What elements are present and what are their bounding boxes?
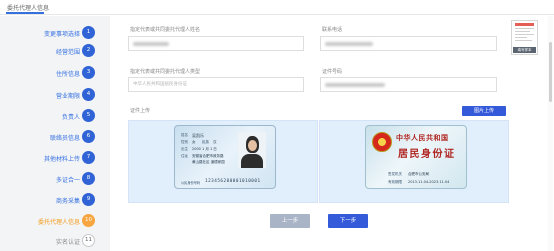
card-name: 吴凯乐 [192,133,204,138]
card-validity: 2013.11.04-2023.11.04 [408,180,450,184]
step-number: 4 [82,88,95,101]
sample-thumbnail[interactable]: 填写样本 [511,20,538,55]
sample-form-icon [515,23,534,41]
birth-field-label: 出生 [181,147,188,151]
validity-label: 有效期限 [388,180,402,184]
phone-input[interactable] [320,36,497,51]
phone-value-redacted [325,42,373,46]
step-number: 2 [82,44,95,57]
photo-face [248,140,257,151]
step-label: 多证合一 [55,177,80,184]
title-underline [6,12,44,14]
step-liaison[interactable]: 联络员信息 6 [0,130,110,146]
card-country-title: 中华人民共和国 [396,133,449,142]
cert-no-value-redacted [325,83,385,87]
sample-label: 填写样本 [513,47,536,53]
phone-label: 联系电话 [322,27,343,33]
name-label: 指定代表或共同委托代理人姓名 [130,27,201,33]
prev-step-button[interactable]: 上一步 [270,214,310,228]
step-multi-cert[interactable]: 多证合一 8 [0,172,110,188]
app-window: 委托代理人信息 变更事项选择 1 经营范围 2 住所信息 3 营业期限 4 负责… [0,0,554,251]
card-birth: 2000 1 月 1 日 [192,147,217,151]
step-number: 7 [82,151,95,164]
step-sidebar: 变更事项选择 1 经营范围 2 住所信息 3 营业期限 4 负责人 5 联络员信… [0,16,110,251]
card-authority: 合肥市公安局 [408,172,429,176]
gender-field-label: 性别 [181,140,188,144]
name-value-redacted [133,42,169,46]
id-back-panel[interactable]: 中华人民共和国 居民身份证 签发机关 合肥市公安局 有效期限 2013.11.0… [319,120,509,203]
step-label: 委托代理人信息 [37,219,80,226]
step-commerce[interactable]: 商务采集 9 [0,193,110,209]
authority-label: 签发机关 [388,172,402,176]
step-real-name-auth[interactable]: 实名认证 11 [0,234,110,250]
step-number: 5 [82,109,95,122]
cert-no-label: 证件号码 [322,69,343,75]
cert-type-label: 指定代表或共同委托代理人类型 [130,69,201,75]
id-photo [238,132,266,168]
step-principal[interactable]: 负责人 5 [0,109,110,125]
address-field-label: 住址 [181,154,188,158]
step-label: 住所信息 [55,71,80,78]
name-field-label: 姓名 [181,133,188,137]
card-address-line2: 黄山路社区 道德家园 [192,160,225,164]
step-change-item[interactable]: 变更事项选择 1 [0,26,110,42]
step-label: 营业期限 [55,93,80,100]
cert-type-select[interactable]: 中华人民共和国居民身份证 [128,77,304,92]
step-other-materials[interactable]: 其他材料上传 7 [0,151,110,167]
step-label: 联络员信息 [49,135,80,142]
id-card-front-image: 姓名 吴凯乐 性别 女 民族 汉 出生 2000 1 月 1 日 住址 安徽省合… [174,125,276,189]
step-label: 其他材料上传 [43,156,80,163]
step-business-scope[interactable]: 经营范围 2 [0,44,110,60]
id-number-label: 公民身份号码 [181,181,201,185]
step-number: 8 [82,172,95,185]
upload-label: 证件上传 [130,108,151,114]
national-emblem-icon [372,132,392,152]
card-gender: 女 [192,140,196,144]
step-address[interactable]: 住所信息 3 [0,66,110,82]
step-number: 10 [82,214,95,227]
card-ethnic: 汉 [213,140,217,144]
step-agent-info[interactable]: 委托代理人信息 10 [0,214,110,230]
main-form: 指定代表或共同委托代理人姓名 联系电话 指定代表或共同委托代理人类型 中华人民共… [110,16,554,251]
step-label: 经营范围 [55,49,80,56]
step-number: 1 [82,26,95,39]
card-type-title: 居民身份证 [398,149,456,160]
page-header: 委托代理人信息 [0,0,554,15]
scrollbar-thumb[interactable] [549,42,552,102]
step-number: 9 [82,193,95,206]
card-address-line1: 安徽省合肥市政务路 [192,154,224,158]
step-operating-period[interactable]: 营业期限 4 [0,88,110,104]
step-label: 实名认证 [55,239,80,246]
name-input[interactable] [128,36,304,51]
cert-type-value: 中华人民共和国居民身份证 [133,82,187,87]
step-number: 11 [82,234,95,247]
photo-shoulders [241,154,263,168]
step-label: 商务采集 [55,198,80,205]
step-number: 6 [82,130,95,143]
step-label: 负责人 [61,114,80,121]
upload-image-button[interactable]: 图片上传 [462,106,506,116]
id-front-panel[interactable]: 姓名 吴凯乐 性别 女 民族 汉 出生 2000 1 月 1 日 住址 安徽省合… [128,120,318,203]
id-number: 123456200001010001 [205,179,261,184]
id-card-back-image: 中华人民共和国 居民身份证 签发机关 合肥市公安局 有效期限 2013.11.0… [365,125,467,189]
next-step-button[interactable]: 下一步 [328,214,368,228]
step-number: 3 [82,66,95,79]
page-title: 委托代理人信息 [7,5,50,12]
ethnic-field-label: 民族 [202,140,209,144]
step-label: 变更事项选择 [43,31,80,38]
cert-no-input[interactable] [320,77,497,92]
